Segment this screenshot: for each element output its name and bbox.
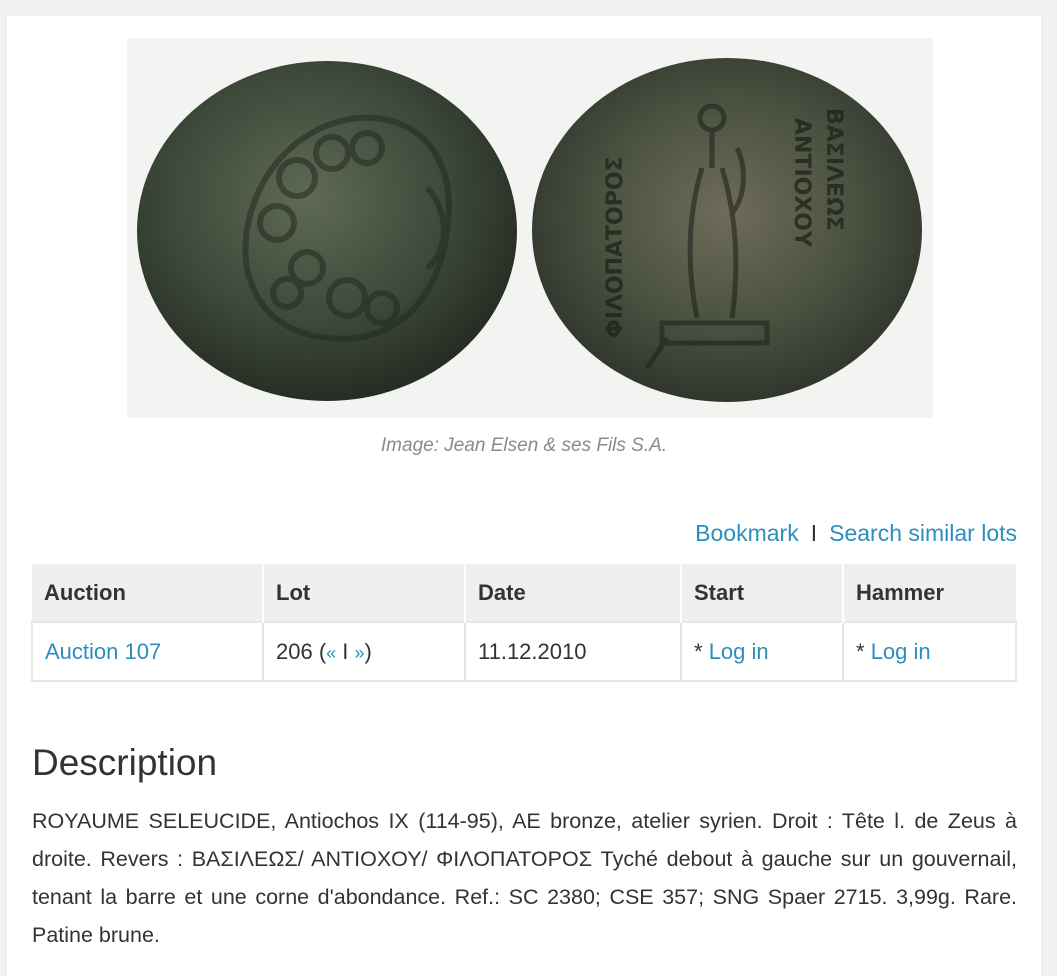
lot-card: ΒΑΣΙΛΕΩΣ ΑΝΤΙΟΧΟΥ ΦΙΛΟΠΑΤΟΡΟΣ Image: Jea… — [7, 16, 1041, 976]
image-caption: Image: Jean Elsen & ses Fils S.A. — [380, 435, 668, 456]
next-lot-link[interactable]: » — [355, 643, 365, 663]
table-row: Auction 107 206 (« I ») 11.12.2010 * Log… — [31, 621, 1017, 682]
header-date: Date — [465, 564, 682, 622]
svg-text:ΑΝΤΙΟΧΟΥ: ΑΝΤΙΟΧΟΥ — [789, 118, 814, 248]
lot-table: Auction Lot Date Start Hammer Auction 10… — [31, 564, 1017, 682]
previous-lot-link[interactable]: « — [326, 643, 336, 663]
svg-text:ΦΙΛΟΠΑΤΟΡΟΣ: ΦΙΛΟΠΑΤΟΡΟΣ — [603, 156, 628, 338]
search-similar-lots-link[interactable]: Search similar lots — [829, 520, 1017, 546]
actions-separator: I — [810, 520, 818, 546]
cell-hammer: * Log in — [842, 621, 1017, 682]
header-auction: Auction — [32, 564, 264, 622]
lot-nav-separator: I — [336, 638, 355, 664]
header-lot: Lot — [263, 564, 466, 622]
lot-close-paren: ) — [364, 638, 372, 664]
cell-auction: Auction 107 — [31, 621, 264, 682]
cell-start: * Log in — [680, 621, 844, 682]
hammer-prefix: * — [856, 638, 871, 664]
auction-link[interactable]: Auction 107 — [45, 639, 161, 664]
coin-image[interactable]: ΒΑΣΙΛΕΩΣ ΑΝΤΙΟΧΟΥ ΦΙΛΟΠΑΤΟΡΟΣ — [127, 38, 933, 418]
bookmark-link[interactable]: Bookmark — [695, 520, 799, 546]
lot-actions: Bookmark I Search similar lots — [695, 520, 1017, 547]
description-text: ROYAUME SELEUCIDE, Antiochos IX (114-95)… — [32, 809, 1017, 947]
coin-reverse — [532, 58, 922, 402]
header-hammer: Hammer — [843, 564, 1016, 622]
description-title: Description — [32, 742, 218, 783]
cell-lot: 206 (« I ») — [262, 621, 466, 682]
coin-obverse — [137, 61, 517, 401]
svg-text:ΒΑΣΙΛΕΩΣ: ΒΑΣΙΛΕΩΣ — [821, 108, 846, 231]
start-prefix: * — [694, 638, 709, 664]
cell-date: 11.12.2010 — [464, 621, 682, 682]
lot-number: 206 ( — [276, 638, 327, 664]
hammer-login-link[interactable]: Log in — [871, 639, 931, 664]
table-header-row: Auction Lot Date Start Hammer — [32, 564, 1016, 622]
start-login-link[interactable]: Log in — [709, 639, 769, 664]
header-start: Start — [681, 564, 844, 622]
